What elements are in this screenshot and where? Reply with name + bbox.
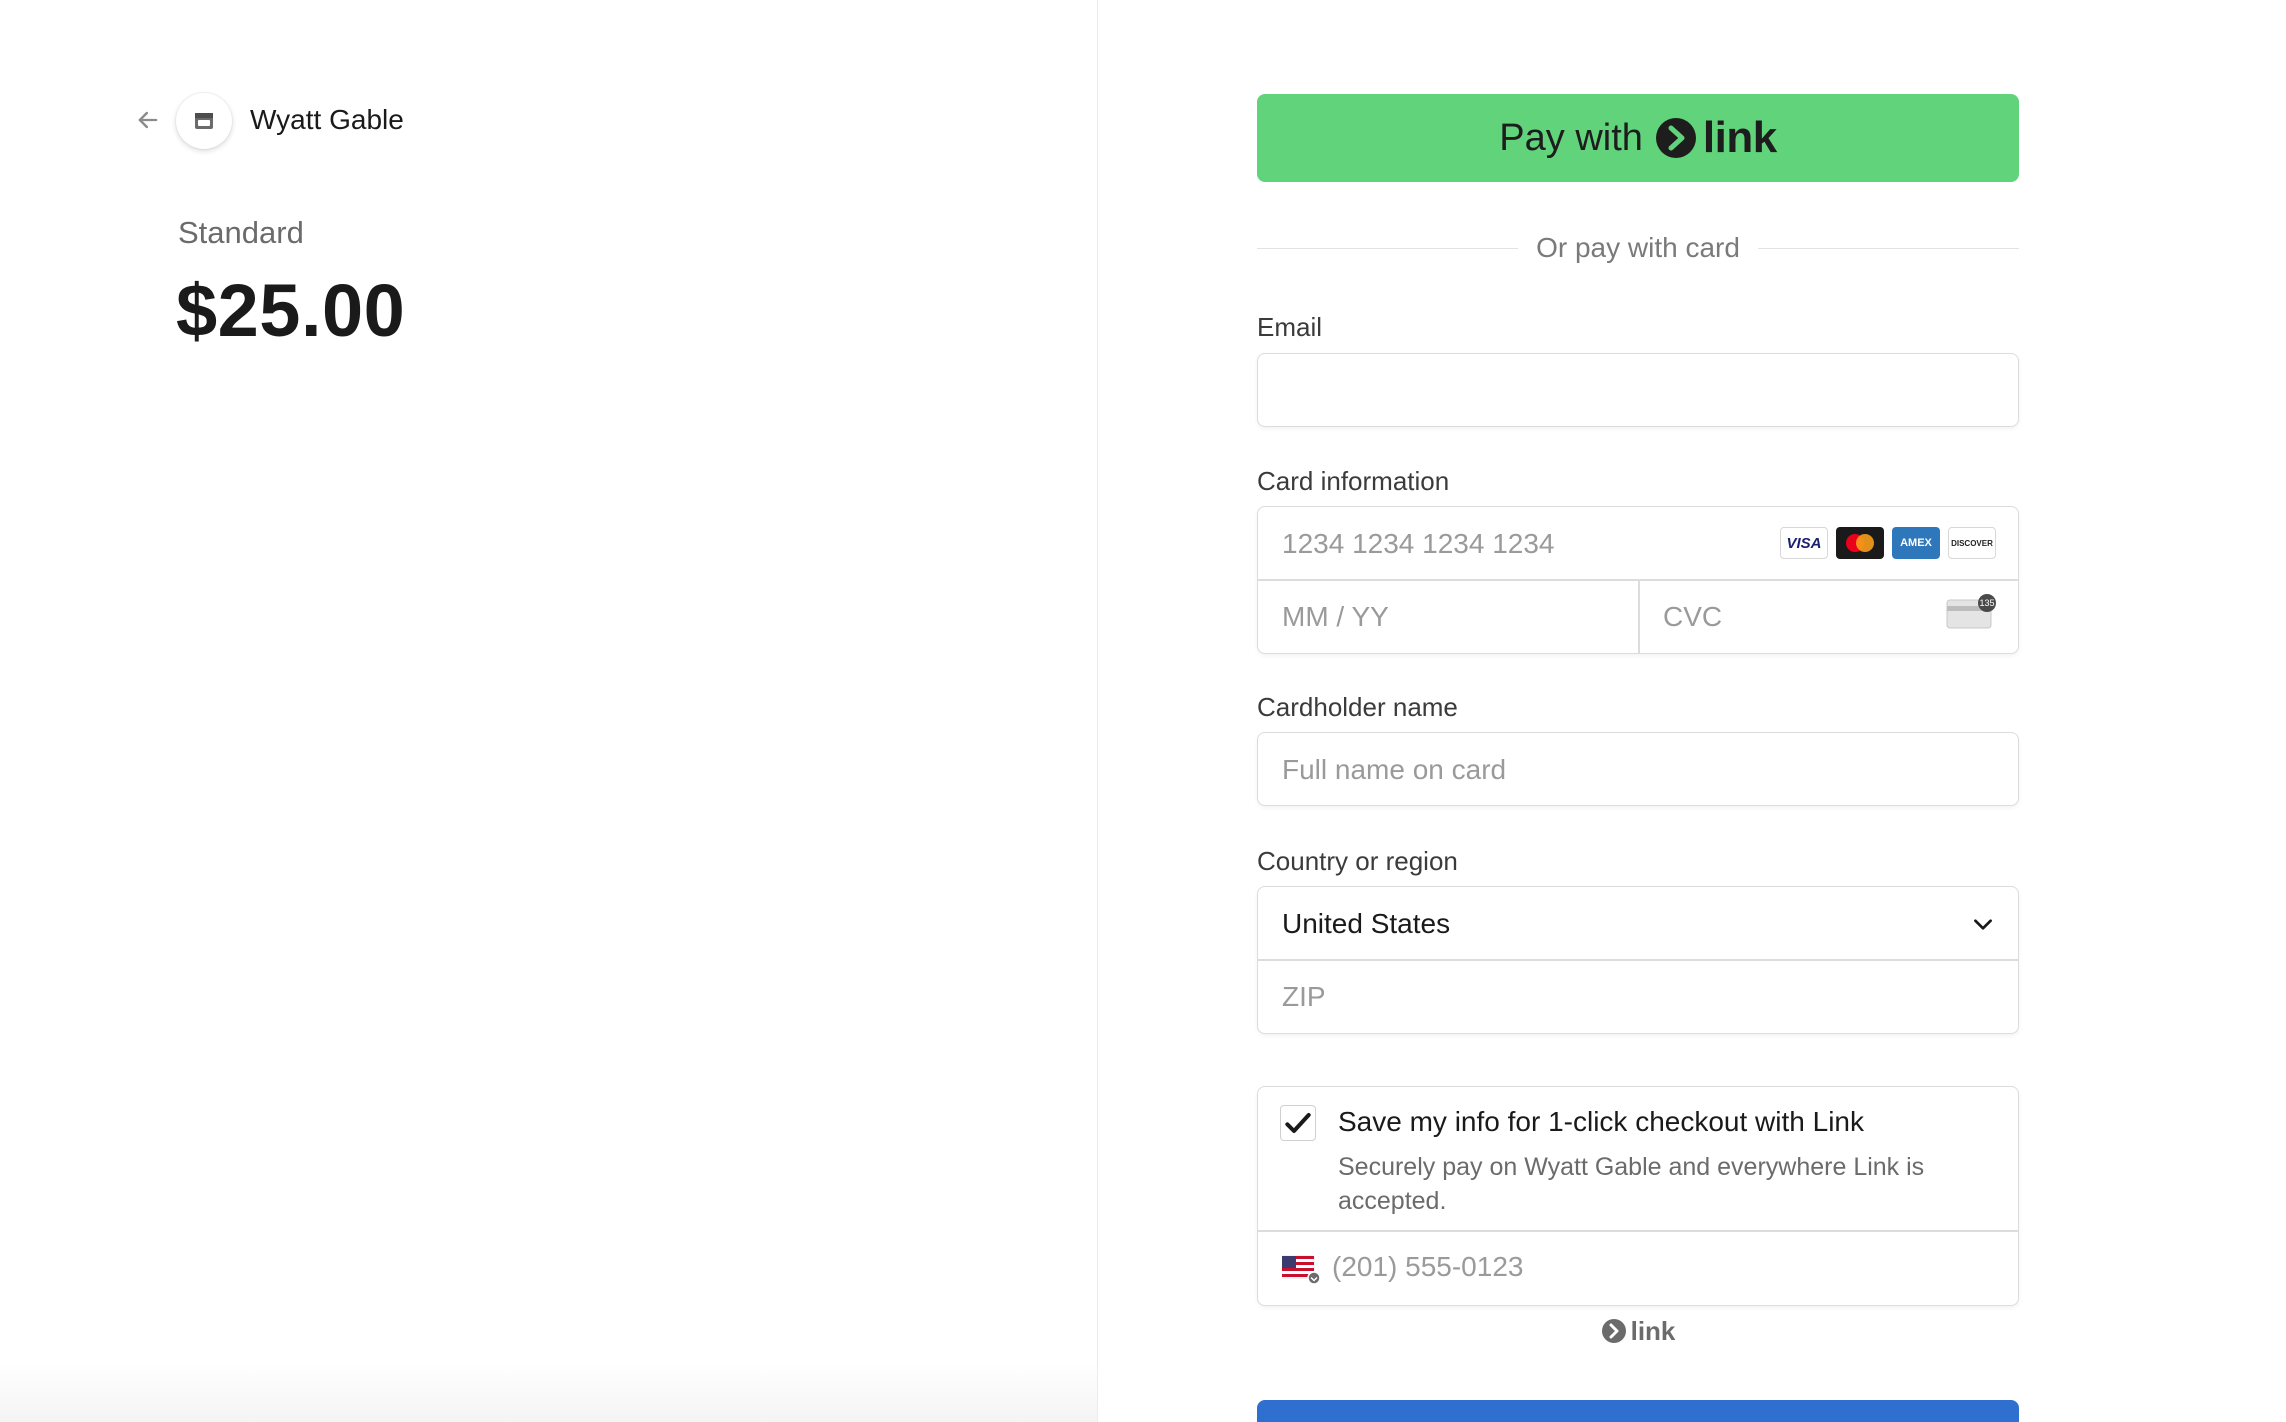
cvc-card-icon: 135 <box>1946 594 1996 629</box>
divider-line <box>1757 247 2020 249</box>
payment-pane: Pay with link Or pay with card Email Car… <box>1098 0 2286 1422</box>
back-arrow-icon[interactable] <box>132 104 164 136</box>
zip-field[interactable]: ZIP <box>1258 960 2018 1034</box>
product-price: $25.00 <box>176 269 406 352</box>
pay-with-link-button[interactable]: Pay with link <box>1257 94 2019 182</box>
email-field[interactable] <box>1257 353 2019 427</box>
card-information-label: Card information <box>1257 466 1450 496</box>
card-expiry-placeholder: MM / YY <box>1282 601 1389 632</box>
cardholder-name-field[interactable]: Full name on card <box>1257 732 2019 806</box>
link-brand-text: link <box>1702 113 1777 162</box>
country-group: United States ZIP <box>1257 886 2019 1034</box>
cardholder-name-placeholder: Full name on card <box>1282 754 1507 785</box>
amex-icon: AMEX <box>1892 527 1940 559</box>
link-save-info-box: Save my info for 1-click checkout with L… <box>1257 1086 2019 1306</box>
card-number-placeholder: 1234 1234 1234 1234 <box>1282 528 1555 559</box>
link-chevron-icon <box>1655 118 1696 158</box>
card-cvc-field[interactable]: CVC 135 <box>1639 580 2019 654</box>
card-brand-icons: VISA AMEX DISCOVER <box>1780 527 1996 559</box>
product-name: Standard <box>178 215 304 250</box>
pay-button[interactable] <box>1257 1400 2019 1422</box>
save-info-divider <box>1258 1230 2018 1232</box>
merchant-name: Wyatt Gable <box>250 104 404 135</box>
chevron-down-icon <box>1974 919 1992 930</box>
country-selected: United States <box>1282 908 1451 939</box>
us-flag-icon[interactable] <box>1281 1254 1322 1285</box>
country-label: Country or region <box>1257 846 1458 876</box>
pay-with-label: Pay with <box>1499 116 1643 159</box>
card-expiry-field[interactable]: MM / YY <box>1258 580 1638 654</box>
save-info-checkbox[interactable] <box>1280 1105 1316 1141</box>
save-info-title: Save my info for 1-click checkout with L… <box>1338 1106 1864 1137</box>
link-logo: link <box>1655 113 1777 163</box>
zip-placeholder: ZIP <box>1282 981 1326 1012</box>
or-divider: Or pay with card <box>1257 228 2020 268</box>
card-information-group: 1234 1234 1234 1234 VISA AMEX DISCOVER M… <box>1257 506 2019 654</box>
or-pay-with-card-text: Or pay with card <box>1536 232 1740 263</box>
link-footer-text: link <box>1630 1315 1676 1346</box>
email-label: Email <box>1257 312 1323 342</box>
checkmark-icon <box>1285 1113 1311 1133</box>
card-number-field[interactable]: 1234 1234 1234 1234 VISA AMEX DISCOVER <box>1258 507 2018 579</box>
link-chevron-icon <box>1601 1319 1626 1343</box>
visa-icon: VISA <box>1780 527 1828 559</box>
store-icon[interactable] <box>176 93 232 149</box>
card-cvc-placeholder: CVC <box>1663 601 1723 632</box>
cardholder-name-label: Cardholder name <box>1257 692 1458 722</box>
phone-placeholder[interactable]: (201) 555-0123 <box>1332 1251 1523 1283</box>
order-summary-pane: Wyatt Gable Standard $25.00 <box>0 0 1097 1422</box>
divider-line <box>1257 247 1519 249</box>
discover-icon: DISCOVER <box>1948 527 1996 559</box>
link-footer-brand: link <box>1257 1314 2019 1348</box>
mastercard-icon <box>1836 527 1884 559</box>
save-info-description: Securely pay on Wyatt Gable and everywhe… <box>1338 1153 1925 1215</box>
cvc-icon-number: 135 <box>1979 598 1994 608</box>
country-select[interactable]: United States <box>1258 887 2018 959</box>
